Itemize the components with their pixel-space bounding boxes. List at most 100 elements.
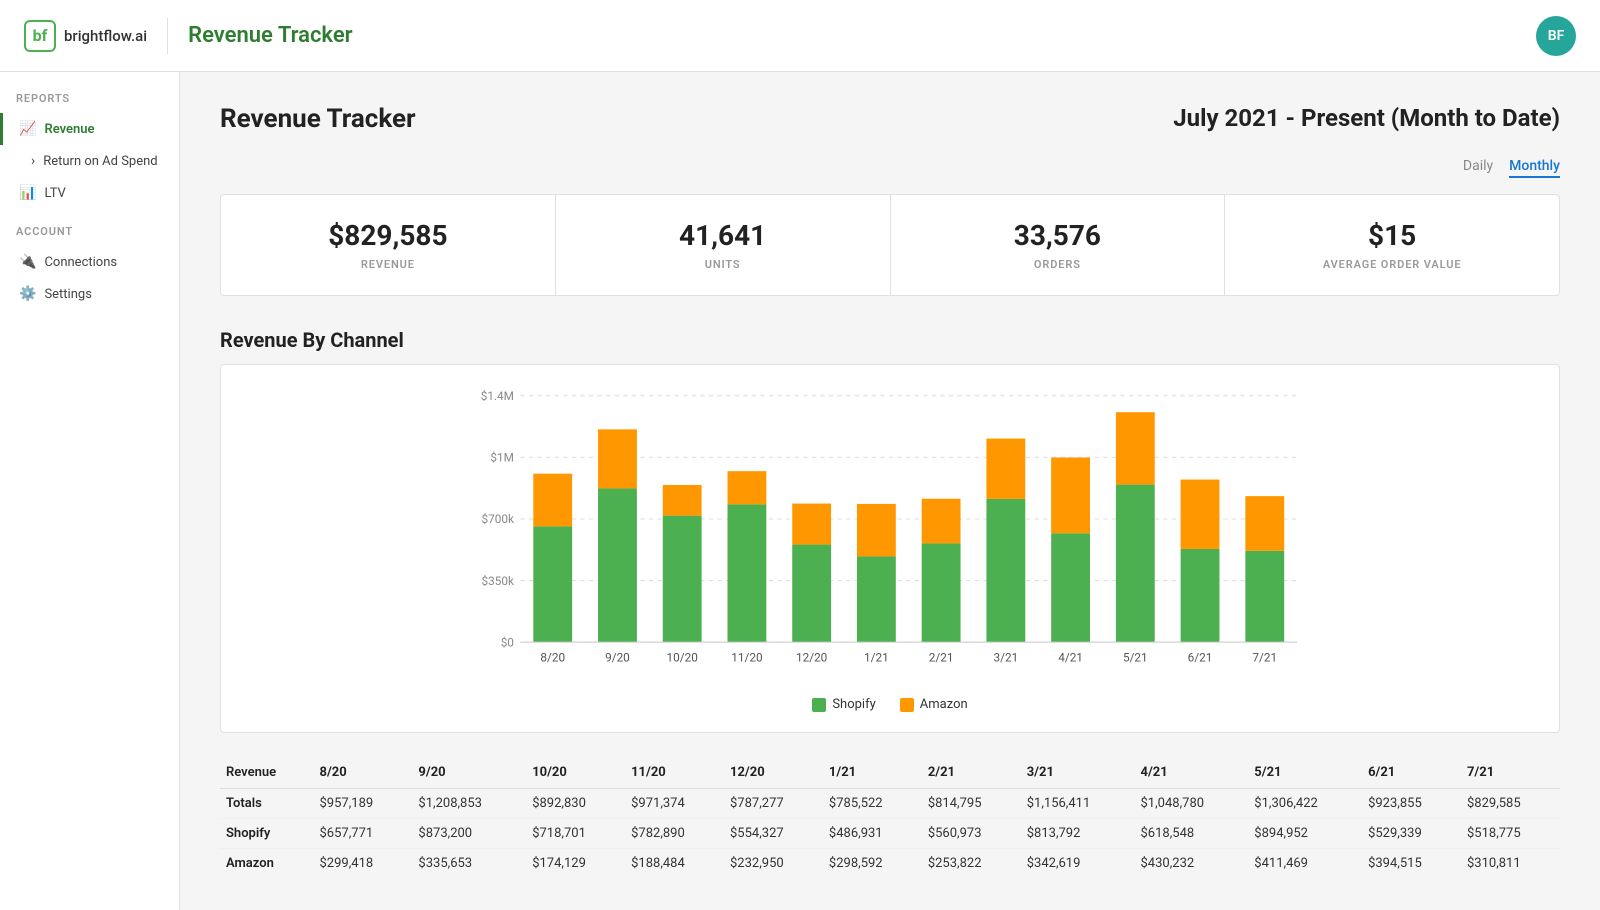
sidebar-item-roas[interactable]: › Return on Ad Spend — [0, 145, 179, 177]
svg-text:12/20: 12/20 — [796, 650, 827, 664]
bar-chart: $0$350k$700k$1M$1.4M8/209/2010/2011/2012… — [241, 385, 1539, 685]
account-section-label: ACCOUNT — [0, 225, 179, 246]
table-row: Totals$957,189$1,208,853$892,830$971,374… — [220, 789, 1560, 819]
table-cell-1-7: $813,792 — [1021, 819, 1135, 849]
table-col-12: 7/21 — [1461, 757, 1560, 789]
table-col-6: 1/21 — [823, 757, 922, 789]
avatar[interactable]: BF — [1536, 16, 1576, 56]
legend-shopify-dot — [812, 698, 826, 712]
table-cell-1-4: $554,327 — [724, 819, 823, 849]
logo-icon: bf — [24, 20, 56, 52]
metric-revenue: $829,585 REVENUE — [221, 195, 556, 295]
svg-text:5/21: 5/21 — [1123, 650, 1148, 664]
table-cell-2-11: $310,811 — [1461, 849, 1560, 879]
roas-icon: › — [31, 153, 35, 169]
view-daily-btn[interactable]: Daily — [1463, 158, 1493, 178]
page-title: Revenue Tracker — [220, 104, 416, 134]
svg-text:7/21: 7/21 — [1252, 650, 1277, 664]
table-cell-2-5: $298,592 — [823, 849, 922, 879]
table-cell-1-3: $782,890 — [625, 819, 724, 849]
sidebar-item-ltv[interactable]: 📊 LTV — [0, 177, 179, 209]
table-col-11: 6/21 — [1362, 757, 1461, 789]
svg-text:$1.4M: $1.4M — [481, 389, 514, 403]
chart-title: Revenue By Channel — [220, 328, 1560, 352]
view-monthly-btn[interactable]: Monthly — [1509, 158, 1560, 178]
table-cell-1-10: $529,339 — [1362, 819, 1461, 849]
view-toggle: Daily Monthly — [220, 158, 1560, 178]
metric-aov: $15 AVERAGE ORDER VALUE — [1225, 195, 1559, 295]
legend-amazon-dot — [900, 698, 914, 712]
table-cell-2-3: $188,484 — [625, 849, 724, 879]
table-cell-0-4: $787,277 — [724, 789, 823, 819]
table-cell-1-11: $518,775 — [1461, 819, 1560, 849]
app-header: bf brightflow.ai Revenue Tracker BF — [0, 0, 1600, 72]
table-cell-0-5: $785,522 — [823, 789, 922, 819]
table-col-10: 5/21 — [1248, 757, 1362, 789]
header-divider — [167, 18, 168, 54]
table-cell-1-6: $560,973 — [922, 819, 1021, 849]
table-cell-0-9: $1,306,422 — [1248, 789, 1362, 819]
legend-shopify-label: Shopify — [832, 697, 875, 712]
sidebar-item-settings-label: Settings — [44, 287, 91, 302]
reports-section-label: REPORTS — [0, 92, 179, 113]
legend-amazon: Amazon — [900, 697, 968, 712]
table-cell-2-7: $342,619 — [1021, 849, 1135, 879]
sidebar-item-settings[interactable]: ⚙️ Settings — [0, 278, 179, 310]
table-cell-1-8: $618,548 — [1135, 819, 1249, 849]
main-content: Revenue Tracker July 2021 - Present (Mon… — [180, 72, 1600, 910]
table-cell-0-11: $829,585 — [1461, 789, 1560, 819]
revenue-icon: 📈 — [19, 121, 36, 137]
metric-revenue-label: REVENUE — [237, 258, 539, 271]
table-col-8: 3/21 — [1021, 757, 1135, 789]
table-row: Shopify$657,771$873,200$718,701$782,890$… — [220, 819, 1560, 849]
date-range: July 2021 - Present (Month to Date) — [1173, 104, 1560, 132]
table-row-2-label: Amazon — [220, 849, 314, 879]
table-col-9: 4/21 — [1135, 757, 1249, 789]
legend-amazon-label: Amazon — [920, 697, 968, 712]
sidebar-item-revenue-label: Revenue — [44, 122, 94, 137]
table-cell-1-2: $718,701 — [526, 819, 625, 849]
table-col-7: 2/21 — [922, 757, 1021, 789]
svg-text:6/21: 6/21 — [1188, 650, 1213, 664]
svg-text:$0: $0 — [501, 635, 514, 649]
table-cell-2-9: $411,469 — [1248, 849, 1362, 879]
svg-text:8/20: 8/20 — [540, 650, 565, 664]
table-cell-0-7: $1,156,411 — [1021, 789, 1135, 819]
metrics-row: $829,585 REVENUE 41,641 UNITS 33,576 ORD… — [220, 194, 1560, 296]
table-cell-1-0: $657,771 — [314, 819, 413, 849]
table-cell-2-0: $299,418 — [314, 849, 413, 879]
svg-text:$350k: $350k — [482, 574, 514, 588]
table-row-0-label: Totals — [220, 789, 314, 819]
table-cell-1-1: $873,200 — [412, 819, 526, 849]
metric-orders: 33,576 ORDERS — [891, 195, 1226, 295]
metric-units-label: UNITS — [572, 258, 874, 271]
table-cell-0-10: $923,855 — [1362, 789, 1461, 819]
legend-shopify: Shopify — [812, 697, 875, 712]
table-row-1-label: Shopify — [220, 819, 314, 849]
header-title: Revenue Tracker — [188, 23, 352, 48]
metric-orders-value: 33,576 — [907, 219, 1209, 252]
table-cell-0-8: $1,048,780 — [1135, 789, 1249, 819]
svg-text:4/21: 4/21 — [1058, 650, 1083, 664]
table-cell-0-3: $971,374 — [625, 789, 724, 819]
table-cell-1-5: $486,931 — [823, 819, 922, 849]
table-col-2: 9/20 — [412, 757, 526, 789]
svg-text:1/21: 1/21 — [864, 650, 889, 664]
table-body: Totals$957,189$1,208,853$892,830$971,374… — [220, 789, 1560, 879]
metric-aov-label: AVERAGE ORDER VALUE — [1241, 258, 1543, 271]
ltv-icon: 📊 — [19, 185, 36, 201]
metric-aov-value: $15 — [1241, 219, 1543, 252]
table-cell-2-10: $394,515 — [1362, 849, 1461, 879]
chart-area: $0$350k$700k$1M$1.4M8/209/2010/2011/2012… — [241, 385, 1539, 685]
table-header-row: Revenue8/209/2010/2011/2012/201/212/213/… — [220, 757, 1560, 789]
table-row: Amazon$299,418$335,653$174,129$188,484$2… — [220, 849, 1560, 879]
sidebar-item-connections[interactable]: 🔌 Connections — [0, 246, 179, 278]
svg-text:9/20: 9/20 — [605, 650, 630, 664]
settings-icon: ⚙️ — [19, 286, 36, 302]
sidebar-item-revenue[interactable]: 📈 Revenue — [0, 113, 179, 145]
svg-text:10/20: 10/20 — [667, 650, 698, 664]
table-cell-2-6: $253,822 — [922, 849, 1021, 879]
chart-container: $0$350k$700k$1M$1.4M8/209/2010/2011/2012… — [220, 364, 1560, 733]
metric-orders-label: ORDERS — [907, 258, 1209, 271]
table-cell-2-2: $174,129 — [526, 849, 625, 879]
